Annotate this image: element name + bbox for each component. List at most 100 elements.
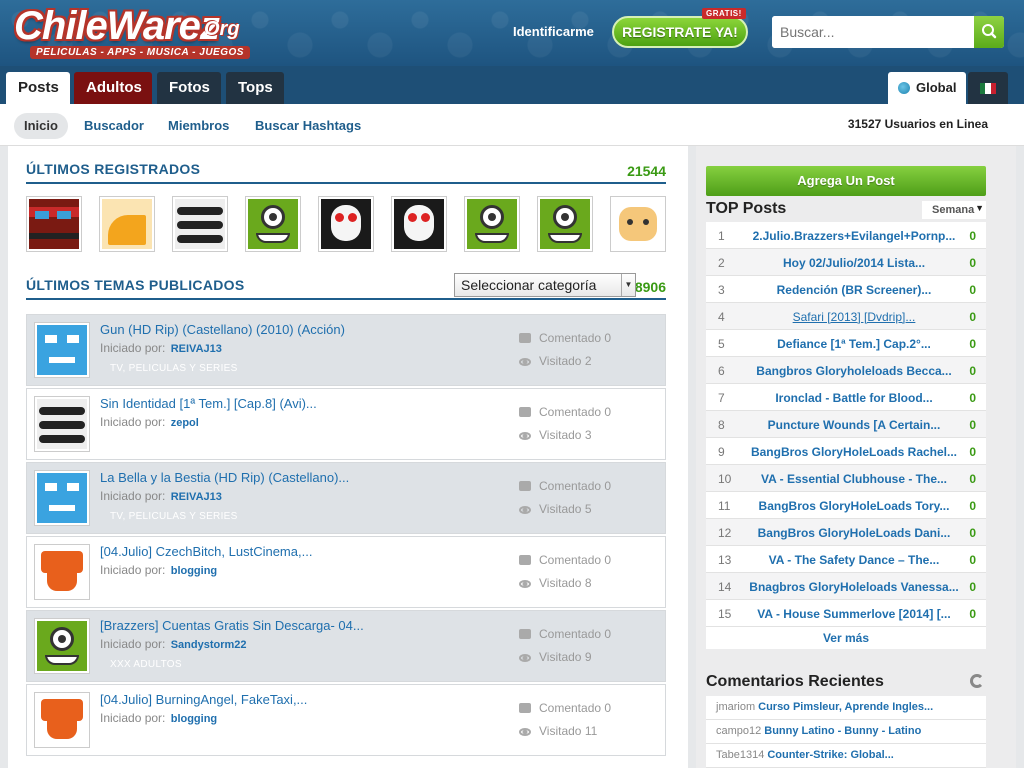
top-post-title[interactable]: BangBros GloryHoleLoads Rachel... <box>744 445 964 459</box>
topic-category[interactable]: TV, PELICULAS Y SERIES <box>110 363 238 374</box>
comment-item[interactable]: Tabe1314 Counter-Strike: Global... <box>706 744 986 768</box>
add-post-button[interactable]: Agrega Un Post <box>706 166 986 196</box>
nav-buscador[interactable]: Buscador <box>74 113 154 139</box>
nav-inicio[interactable]: Inicio <box>14 113 68 139</box>
topic-title[interactable]: Sin Identidad [1ª Tem.] [Cap.8] (Avi)... <box>100 396 317 411</box>
top-post-item[interactable]: 11 BangBros GloryHoleLoads Tory... 0 <box>706 492 986 519</box>
comment-user[interactable]: Tabe1314 <box>716 749 764 761</box>
login-link[interactable]: Identificarme <box>513 24 594 39</box>
topic-title[interactable]: [04.Julio] CzechBitch, LustCinema,... <box>100 544 312 559</box>
topic-avatar[interactable] <box>34 618 90 674</box>
top-post-item[interactable]: 7 Ironclad - Battle for Blood... 0 <box>706 384 986 411</box>
comment-user[interactable]: campo12 <box>716 725 761 737</box>
top-post-title[interactable]: 2.Julio.Brazzers+Evilangel+Pornp... <box>744 229 964 243</box>
top-post-title[interactable]: Puncture Wounds [A Certain... <box>744 418 964 432</box>
top-post-item[interactable]: 13 VA - The Safety Dance – The... 0 <box>706 546 986 573</box>
topic-author[interactable]: blogging <box>171 565 217 577</box>
top-post-item[interactable]: 1 2.Julio.Brazzers+Evilangel+Pornp... 0 <box>706 222 986 249</box>
see-more-link[interactable]: Ver más <box>706 627 986 649</box>
rank: 2 <box>718 256 725 270</box>
topic-avatar[interactable] <box>34 322 90 378</box>
avatar[interactable] <box>610 196 666 252</box>
topic-avatar[interactable] <box>34 470 90 526</box>
tab-adultos[interactable]: Adultos <box>74 72 152 104</box>
top-post-title[interactable]: Bnagbros GloryHoleloads Vanessa... <box>744 580 964 594</box>
top-post-title[interactable]: Bangbros Gloryholeloads Becca... <box>744 364 964 378</box>
nav-miembros[interactable]: Miembros <box>158 113 239 139</box>
top-post-title[interactable]: Ironclad - Battle for Blood... <box>744 391 964 405</box>
top-post-title[interactable]: Defiance [1ª Tem.] Cap.2°... <box>744 337 964 351</box>
top-post-item[interactable]: 12 BangBros GloryHoleLoads Dani... 0 <box>706 519 986 546</box>
top-post-title[interactable]: BangBros GloryHoleLoads Tory... <box>744 499 964 513</box>
topic-title[interactable]: [04.Julio] BurningAngel, FakeTaxi,... <box>100 692 307 707</box>
topic-author[interactable]: zepol <box>171 417 199 429</box>
tab-posts[interactable]: Posts <box>6 72 70 104</box>
top-post-title[interactable]: VA - House Summerlove [2014] [... <box>744 607 964 621</box>
topic-title[interactable]: [Brazzers] Cuentas Gratis Sin Descarga- … <box>100 618 364 633</box>
tab-tops[interactable]: Tops <box>226 72 284 104</box>
top-post-item[interactable]: 6 Bangbros Gloryholeloads Becca... 0 <box>706 357 986 384</box>
topic-avatar[interactable] <box>34 396 90 452</box>
top-post-title[interactable]: VA - Essential Clubhouse - The... <box>744 472 964 486</box>
top-post-title[interactable]: VA - The Safety Dance – The... <box>744 553 964 567</box>
top-post-item[interactable]: 9 BangBros GloryHoleLoads Rachel... 0 <box>706 438 986 465</box>
avatar[interactable] <box>464 196 520 252</box>
topic-row[interactable]: Gun (HD Rip) (Castellano) (2010) (Acción… <box>26 314 666 386</box>
tab-fotos[interactable]: Fotos <box>157 72 221 104</box>
topic-row[interactable]: Sin Identidad [1ª Tem.] [Cap.8] (Avi)...… <box>26 388 666 460</box>
commented-label: Comentado <box>539 479 602 493</box>
avatar[interactable] <box>26 196 82 252</box>
avatar[interactable] <box>245 196 301 252</box>
site-logo[interactable]: ChileWarez Org PELICULAS - APPS - MUSICA… <box>14 4 250 60</box>
topic-author[interactable]: REIVAJ13 <box>171 491 222 503</box>
avatar[interactable] <box>172 196 228 252</box>
search-button[interactable] <box>974 16 1004 48</box>
avatar[interactable] <box>537 196 593 252</box>
top-post-title[interactable]: Safari [2013] [Dvdrip]... <box>744 310 964 324</box>
topic-row[interactable]: [04.Julio] BurningAngel, FakeTaxi,... In… <box>26 684 666 756</box>
top-post-item[interactable]: 10 VA - Essential Clubhouse - The... 0 <box>706 465 986 492</box>
topic-avatar[interactable] <box>34 692 90 748</box>
top-post-title[interactable]: BangBros GloryHoleLoads Dani... <box>744 526 964 540</box>
nav-hashtags[interactable]: Buscar Hashtags <box>245 113 371 139</box>
topic-row[interactable]: [04.Julio] CzechBitch, LustCinema,... In… <box>26 536 666 608</box>
comment-user[interactable]: jmariom <box>716 701 755 713</box>
register-button[interactable]: REGISTRATE YA! <box>612 16 748 48</box>
search-input[interactable] <box>772 16 974 48</box>
topic-avatar[interactable] <box>34 544 90 600</box>
top-post-title[interactable]: Redención (BR Screener)... <box>744 283 964 297</box>
visited-label: Visitado <box>539 428 582 442</box>
period-dropdown[interactable]: Semana ▼ <box>922 201 986 219</box>
category-select[interactable]: Seleccionar categoría ▼ <box>454 273 636 297</box>
top-post-item[interactable]: 14 Bnagbros GloryHoleloads Vanessa... 0 <box>706 573 986 600</box>
comment-post[interactable]: Counter-Strike: Global... <box>767 749 894 761</box>
comment-post[interactable]: Bunny Latino - Bunny - Latino <box>764 725 921 737</box>
top-post-item[interactable]: 2 Hoy 02/Julio/2014 Lista... 0 <box>706 249 986 276</box>
topic-category[interactable]: XXX ADULTOS <box>110 659 182 670</box>
topic-title[interactable]: La Bella y la Bestia (HD Rip) (Castellan… <box>100 470 349 485</box>
topic-row[interactable]: La Bella y la Bestia (HD Rip) (Castellan… <box>26 462 666 534</box>
comment-item[interactable]: jmariom Curso Pimsleur, Aprende Ingles... <box>706 696 986 720</box>
topic-author[interactable]: Sandystorm22 <box>171 639 247 651</box>
tab-country[interactable] <box>968 72 1008 104</box>
top-post-item[interactable]: 15 VA - House Summerlove [2014] [... 0 <box>706 600 986 627</box>
top-post-item[interactable]: 5 Defiance [1ª Tem.] Cap.2°... 0 <box>706 330 986 357</box>
topic-author[interactable]: REIVAJ13 <box>171 343 222 355</box>
refresh-icon[interactable] <box>970 674 984 688</box>
top-post-item[interactable]: 8 Puncture Wounds [A Certain... 0 <box>706 411 986 438</box>
topic-author[interactable]: blogging <box>171 713 217 725</box>
tab-global[interactable]: Global <box>888 72 966 104</box>
comment-item[interactable]: campo12 Bunny Latino - Bunny - Latino <box>706 720 986 744</box>
topic-category[interactable]: TV, PELICULAS Y SERIES <box>110 511 238 522</box>
avatar[interactable] <box>99 196 155 252</box>
by-label: Iniciado por: <box>100 489 166 503</box>
avatar[interactable] <box>391 196 447 252</box>
comment-post[interactable]: Curso Pimsleur, Aprende Ingles... <box>758 701 933 713</box>
avatar[interactable] <box>318 196 374 252</box>
topic-title[interactable]: Gun (HD Rip) (Castellano) (2010) (Acción… <box>100 322 345 337</box>
top-post-score: 0 <box>969 499 976 513</box>
top-post-item[interactable]: 3 Redención (BR Screener)... 0 <box>706 276 986 303</box>
top-post-item[interactable]: 4 Safari [2013] [Dvdrip]... 0 <box>706 303 986 330</box>
top-post-title[interactable]: Hoy 02/Julio/2014 Lista... <box>744 256 964 270</box>
topic-row[interactable]: [Brazzers] Cuentas Gratis Sin Descarga- … <box>26 610 666 682</box>
